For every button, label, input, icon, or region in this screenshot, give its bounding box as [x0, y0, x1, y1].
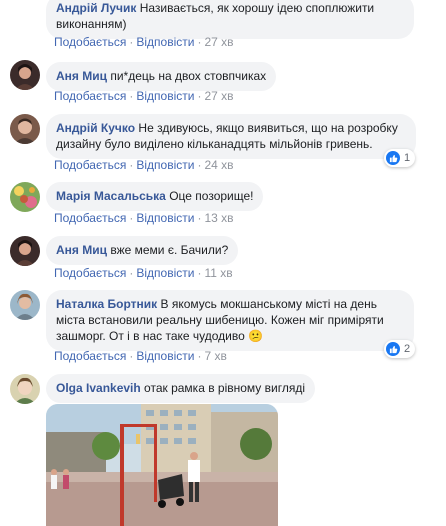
- comment-text: отак рамка в рівному вигляді: [144, 381, 305, 395]
- avatar[interactable]: [10, 290, 40, 320]
- reaction-count: 1: [404, 152, 411, 164]
- attached-photo[interactable]: [46, 404, 278, 526]
- reply-link[interactable]: Відповісти: [136, 89, 194, 103]
- like-link[interactable]: Подобається: [54, 158, 126, 172]
- avatar[interactable]: [10, 182, 40, 212]
- reply-link[interactable]: Відповісти: [136, 266, 194, 280]
- avatar[interactable]: [10, 60, 40, 90]
- comment-author[interactable]: Аня Миц: [56, 243, 107, 257]
- comment-time[interactable]: 24 хв: [204, 158, 233, 172]
- comment-actions: Подобається · Відповісти · 13 хв: [54, 211, 234, 225]
- comment-author[interactable]: Olga Ivankevih: [56, 381, 141, 395]
- confused-face-emoji: 😕: [248, 329, 264, 343]
- comment-bubble: Аня Миц вже меми є. Бачили?: [46, 236, 239, 265]
- thumbs-up-icon: [386, 151, 400, 165]
- comment-actions: Подобається · Відповісти · 11 хв: [54, 266, 233, 280]
- like-link[interactable]: Подобається: [54, 211, 126, 225]
- comment-author[interactable]: Андрій Кучко: [56, 121, 135, 135]
- comment-bubble: Olga Ivankevih отак рамка в рівному вигл…: [46, 374, 315, 403]
- comment-text: вже меми є. Бачили?: [110, 243, 229, 257]
- thumbs-up-icon: [386, 342, 400, 356]
- comment-author[interactable]: Наталка Бортник: [56, 297, 157, 311]
- comment-time[interactable]: 11 хв: [204, 266, 232, 280]
- reaction-badge[interactable]: 2: [384, 340, 416, 358]
- avatar[interactable]: [10, 114, 40, 144]
- comment-author[interactable]: Аня Миц: [56, 69, 107, 83]
- comment-actions: Подобається · Відповісти · 27 хв: [54, 35, 234, 49]
- like-link[interactable]: Подобається: [54, 89, 126, 103]
- reaction-badge[interactable]: 1: [384, 149, 416, 167]
- avatar[interactable]: [10, 374, 40, 404]
- reply-link[interactable]: Відповісти: [136, 349, 194, 363]
- reply-link[interactable]: Відповісти: [136, 211, 194, 225]
- comment-actions: Подобається · Відповісти · 27 хв: [54, 89, 234, 103]
- like-link[interactable]: Подобається: [54, 35, 126, 49]
- comment-text: пи*дець на двох стовпчиках: [110, 69, 267, 83]
- comment-author[interactable]: Марія Масальська: [56, 189, 166, 203]
- like-link[interactable]: Подобається: [54, 349, 126, 363]
- comment-time[interactable]: 13 хв: [204, 211, 233, 225]
- avatar[interactable]: [10, 236, 40, 266]
- comment-bubble: Андрій Лучик Називається, як хорошу ідею…: [46, 0, 414, 39]
- comment-time[interactable]: 27 хв: [204, 89, 233, 103]
- like-link[interactable]: Подобається: [54, 266, 126, 280]
- comment-bubble: Аня Миц пи*дець на двох стовпчиках: [46, 62, 277, 91]
- comment-bubble: Андрій Кучко Не здивуюсь, якщо виявиться…: [46, 114, 416, 159]
- comment-text: Оце позорище!: [169, 189, 254, 203]
- comment-bubble: Наталка Бортник В якомусь мокшанському м…: [46, 290, 414, 351]
- comment-time[interactable]: 7 хв: [204, 349, 226, 363]
- reply-link[interactable]: Відповісти: [136, 35, 194, 49]
- comment-author[interactable]: Андрій Лучик: [56, 1, 136, 15]
- comment-time[interactable]: 27 хв: [204, 35, 233, 49]
- comment-bubble: Марія Масальська Оце позорище!: [46, 182, 264, 211]
- comment-actions: Подобається · Відповісти · 7 хв: [54, 349, 227, 363]
- reply-link[interactable]: Відповісти: [136, 158, 194, 172]
- reaction-count: 2: [404, 343, 411, 355]
- comment-actions: Подобається · Відповісти · 24 хв: [54, 158, 234, 172]
